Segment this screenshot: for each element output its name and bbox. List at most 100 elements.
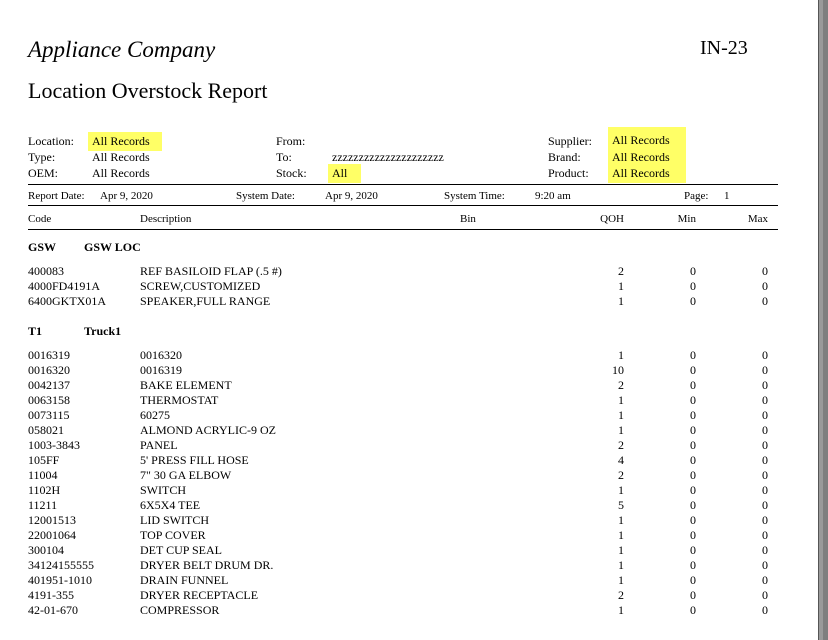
item-description: LID SWITCH	[140, 513, 209, 527]
oem-value: All Records	[92, 166, 150, 180]
item-min: 0	[690, 513, 696, 527]
item-description: 6X5X4 TEE	[140, 498, 201, 512]
item-qoh: 1	[618, 423, 624, 437]
item-min: 0	[690, 453, 696, 467]
item-qoh: 2	[618, 468, 624, 482]
item-code: 12001513	[28, 513, 76, 527]
item-max: 0	[762, 348, 768, 362]
group-name: GSW LOC	[84, 240, 141, 254]
table-row: 0042137 BAKE ELEMENT 2 0 0	[0, 378, 818, 393]
group-code: T1	[28, 324, 43, 338]
item-code: 22001064	[28, 528, 76, 542]
report-date-value: Apr 9, 2020	[100, 190, 153, 202]
item-min: 0	[690, 408, 696, 422]
table-row: 1003-3843 PANEL 2 0 0	[0, 438, 818, 453]
item-description: BAKE ELEMENT	[140, 378, 232, 392]
item-code: 11211	[28, 498, 58, 512]
product-label: Product:	[548, 166, 589, 180]
item-qoh: 1	[618, 543, 624, 557]
item-code: 0073115	[28, 408, 70, 422]
item-min: 0	[690, 393, 696, 407]
item-qoh: 2	[618, 264, 624, 278]
table-row: 400083 REF BASILOID FLAP (.5 #) 2 0 0	[0, 264, 818, 279]
column-header-description: Description	[140, 213, 192, 225]
item-qoh: 4	[618, 453, 624, 467]
item-description: 60275	[140, 408, 170, 422]
item-min: 0	[690, 468, 696, 482]
item-min: 0	[690, 378, 696, 392]
item-description: SWITCH	[140, 483, 186, 497]
item-code: 300104	[28, 543, 64, 557]
table-row: 11211 6X5X4 TEE 5 0 0	[0, 498, 818, 513]
item-max: 0	[762, 408, 768, 422]
system-time-value: 9:20 am	[535, 190, 571, 202]
table-row: 058021 ALMOND ACRYLIC-9 OZ 1 0 0	[0, 423, 818, 438]
item-max: 0	[762, 294, 768, 308]
item-qoh: 10	[612, 363, 624, 377]
column-header-bin: Bin	[460, 213, 476, 225]
item-code: 058021	[28, 423, 64, 437]
item-code: 1003-3843	[28, 438, 80, 452]
item-min: 0	[690, 603, 696, 617]
report-id: IN-23	[700, 37, 748, 59]
item-min: 0	[690, 279, 696, 293]
item-qoh: 1	[618, 294, 624, 308]
item-qoh: 1	[618, 528, 624, 542]
item-min: 0	[690, 498, 696, 512]
page-label: Page:	[684, 190, 709, 202]
system-date-label: System Date:	[236, 190, 295, 202]
item-code: 4191-355	[28, 588, 74, 602]
brand-label: Brand:	[548, 150, 581, 164]
item-min: 0	[690, 588, 696, 602]
item-max: 0	[762, 543, 768, 557]
item-qoh: 1	[618, 348, 624, 362]
item-qoh: 1	[618, 573, 624, 587]
item-qoh: 1	[618, 279, 624, 293]
item-min: 0	[690, 528, 696, 542]
item-description: PANEL	[140, 438, 178, 452]
supplier-label: Supplier:	[548, 134, 592, 148]
item-max: 0	[762, 438, 768, 452]
type-label: Type:	[28, 150, 56, 164]
item-qoh: 5	[618, 498, 624, 512]
header-rule-3	[28, 229, 778, 230]
header-rule-2	[28, 205, 778, 206]
table-row: 42-01-670 COMPRESSOR 1 0 0	[0, 603, 818, 618]
item-max: 0	[762, 498, 768, 512]
item-code: 4000FD4191A	[28, 279, 101, 293]
to-label: To:	[276, 150, 292, 164]
item-code: 105FF	[28, 453, 60, 467]
item-code: 34124155555	[28, 558, 94, 572]
item-min: 0	[690, 438, 696, 452]
report-page: Appliance Company IN-23 Location Oversto…	[0, 0, 819, 640]
item-min: 0	[690, 264, 696, 278]
item-description: COMPRESSOR	[140, 603, 220, 617]
product-value: All Records	[608, 164, 686, 183]
supplier-value: All Records	[608, 127, 686, 150]
oem-label: OEM:	[28, 166, 58, 180]
column-header-qoh: QOH	[600, 213, 624, 225]
from-label: From:	[276, 134, 306, 148]
item-min: 0	[690, 573, 696, 587]
item-max: 0	[762, 423, 768, 437]
item-qoh: 1	[618, 393, 624, 407]
table-row: 11004 7" 30 GA ELBOW 2 0 0	[0, 468, 818, 483]
item-code: 0016320	[28, 363, 70, 377]
item-code: 42-01-670	[28, 603, 78, 617]
item-min: 0	[690, 543, 696, 557]
column-header-max: Max	[747, 213, 768, 225]
item-code: 0016319	[28, 348, 70, 362]
table-row: 0016320 0016319 10 0 0	[0, 363, 818, 378]
item-max: 0	[762, 528, 768, 542]
table-row: 22001064 TOP COVER 1 0 0	[0, 528, 818, 543]
table-row: 4191-355 DRYER RECEPTACLE 2 0 0	[0, 588, 818, 603]
item-description: SPEAKER,FULL RANGE	[140, 294, 271, 308]
item-code: 400083	[28, 264, 64, 278]
item-description: 0016320	[140, 348, 182, 362]
item-qoh: 2	[618, 378, 624, 392]
item-max: 0	[762, 573, 768, 587]
item-min: 0	[690, 363, 696, 377]
item-qoh: 1	[618, 513, 624, 527]
table-row: 0073115 60275 1 0 0	[0, 408, 818, 423]
item-description: SCREW,CUSTOMIZED	[140, 279, 261, 293]
